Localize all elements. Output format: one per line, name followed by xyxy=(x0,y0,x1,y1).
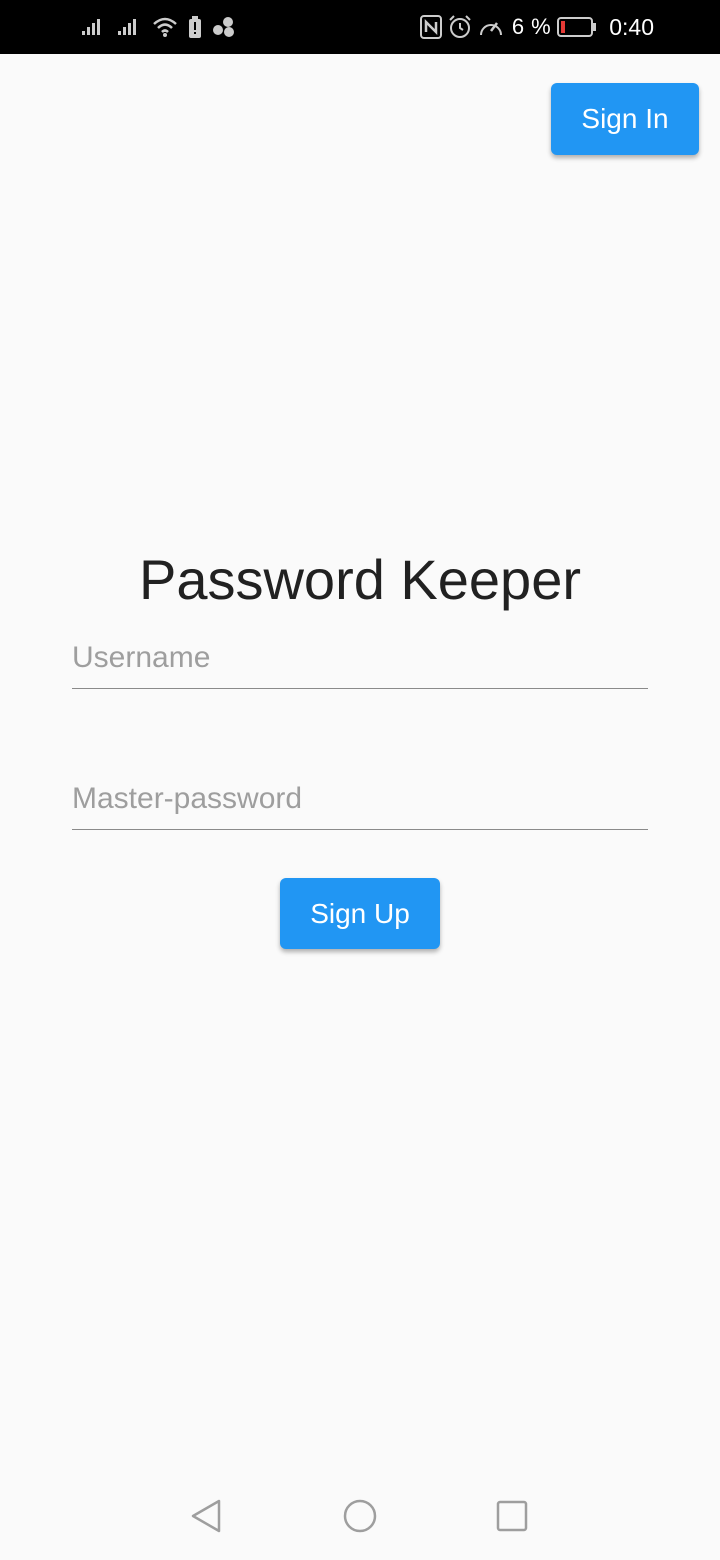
signal-icon xyxy=(80,17,106,37)
battery-icon xyxy=(557,16,597,38)
battery-percent: 6 % xyxy=(511,14,552,39)
master-password-input[interactable] xyxy=(72,769,648,829)
username-field xyxy=(72,628,648,689)
recent-apps-button[interactable] xyxy=(492,1498,532,1538)
screen: 6 % 0:40 Sign In Password Keeper Sign Up xyxy=(0,0,720,1560)
wifi-icon xyxy=(152,16,178,38)
alarm-icon xyxy=(448,15,472,39)
back-button[interactable] xyxy=(186,1498,226,1538)
sign-up-button[interactable]: Sign Up xyxy=(280,878,440,949)
home-icon xyxy=(342,1498,378,1539)
status-right-icons: 6 % 0:40 xyxy=(419,12,654,42)
nfc-icon xyxy=(419,15,442,39)
status-bar: 6 % 0:40 xyxy=(0,0,720,54)
page-title: Password Keeper xyxy=(138,548,581,611)
navigation-bar xyxy=(0,1476,720,1560)
battery-alert-icon xyxy=(188,16,202,38)
status-left-icons xyxy=(80,12,236,42)
master-password-field xyxy=(72,769,648,830)
recent-apps-icon xyxy=(495,1499,529,1538)
data-speed-icon xyxy=(478,15,504,39)
clock: 0:40 xyxy=(609,13,654,40)
username-input[interactable] xyxy=(72,628,648,688)
signal-icon-2 xyxy=(116,17,142,37)
sign-in-button[interactable]: Sign In xyxy=(551,83,699,155)
back-icon xyxy=(189,1498,223,1539)
home-button[interactable] xyxy=(340,1498,380,1538)
app-notification-icon xyxy=(212,16,236,38)
